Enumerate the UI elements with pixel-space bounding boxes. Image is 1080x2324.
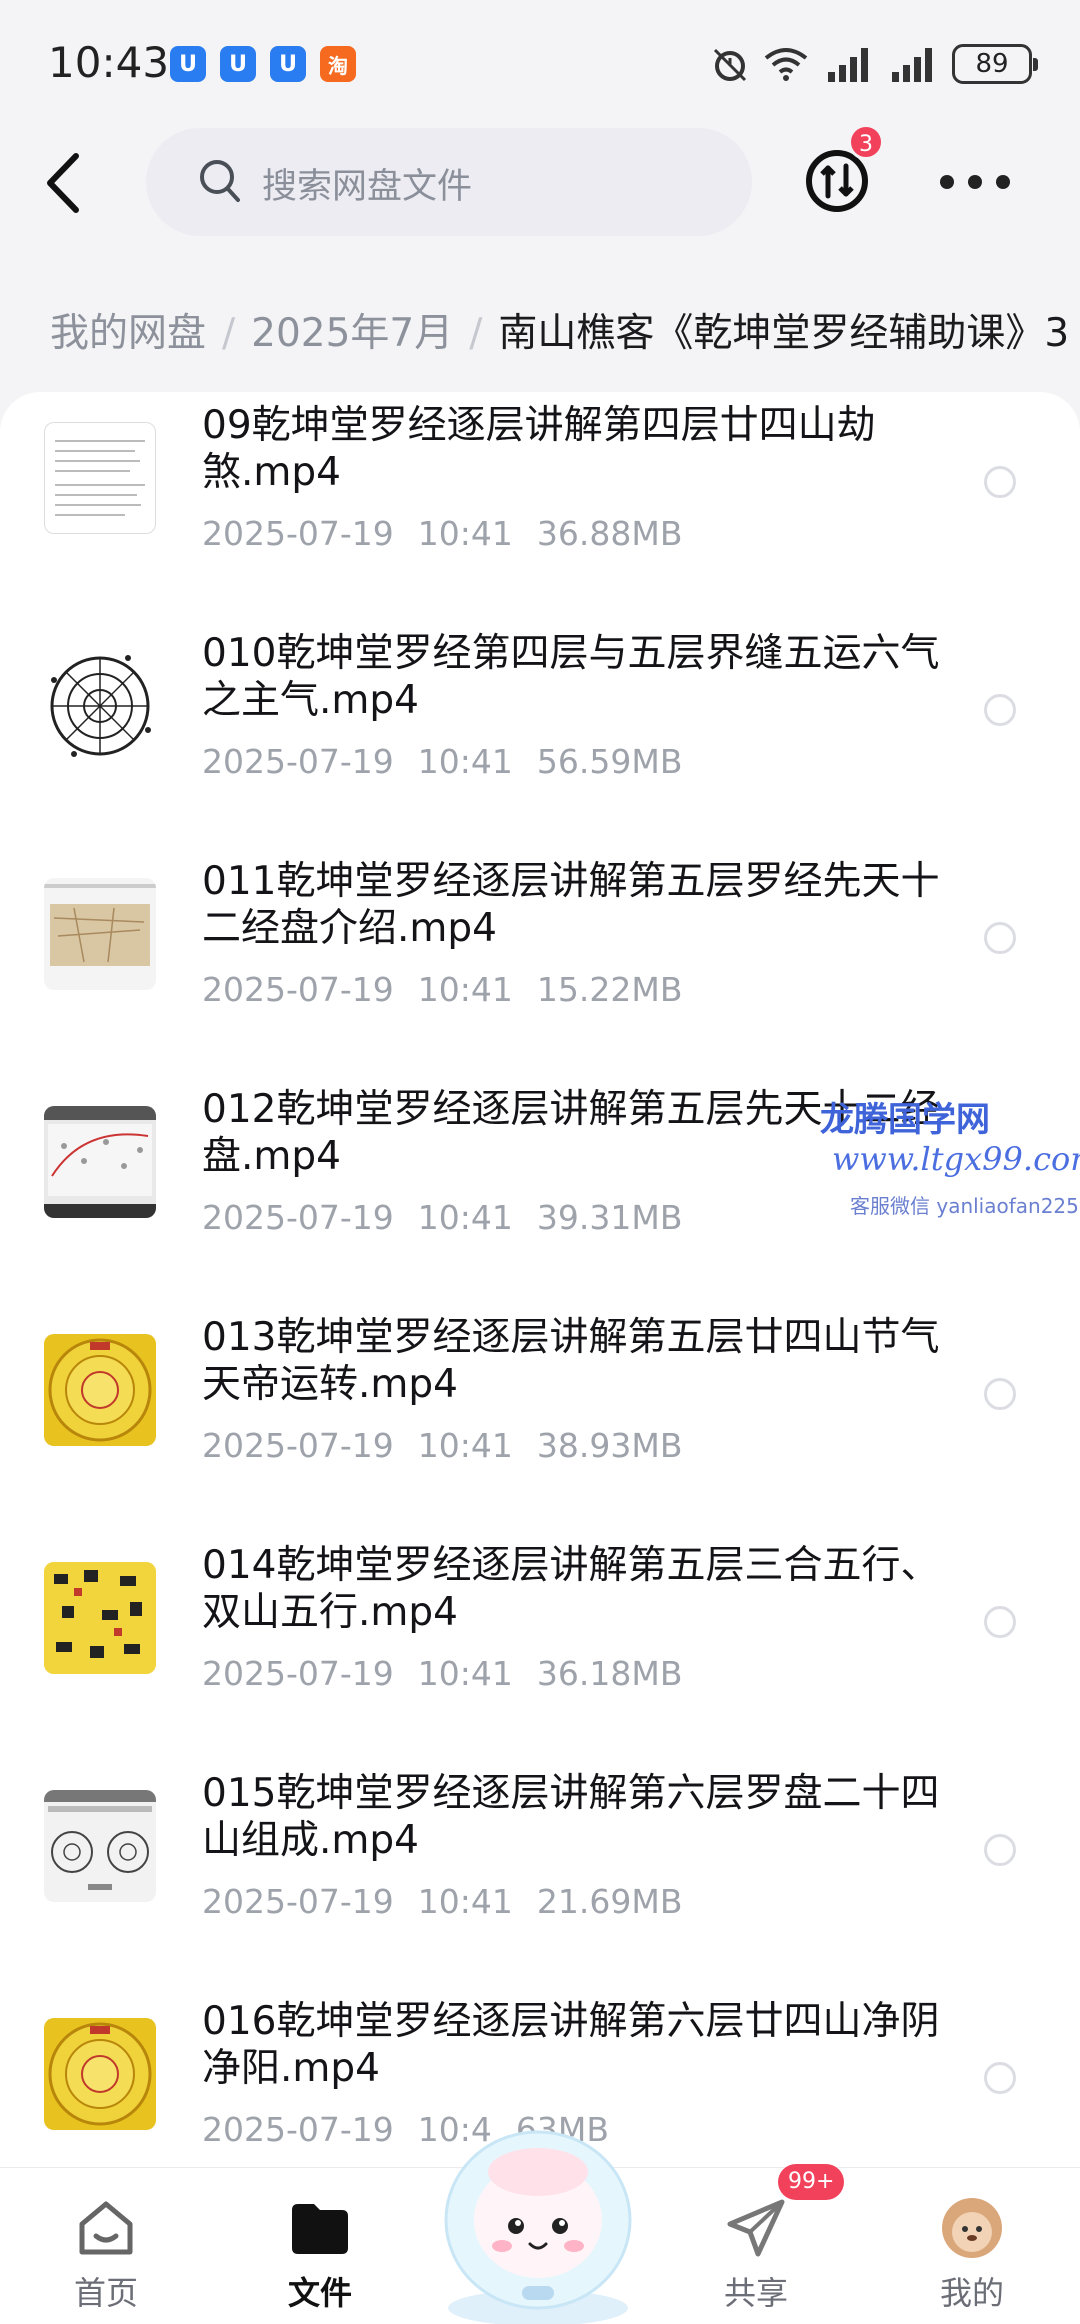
more-options-icon[interactable] <box>940 164 1010 200</box>
battery-indicator: 89 <box>952 44 1038 84</box>
file-name: 013乾坤堂罗经逐层讲解第五层廿四山节气天帝运转.mp4 <box>202 1315 940 1407</box>
video-thumbnail <box>44 650 156 762</box>
nav-share-label: 共享 <box>723 2274 788 2312</box>
blue-app-icon: U <box>220 46 256 82</box>
file-browser-screen: 10:43 U U U 淘 89 搜索网盘文件 3 我的网盘 / 2025年7月… <box>0 0 1080 2324</box>
breadcrumb-separator: / <box>222 311 236 356</box>
file-name: 09乾坤堂罗经逐层讲解第四层廿四山劫煞.mp4 <box>202 403 876 495</box>
blue-app-icon: U <box>270 46 306 82</box>
file-meta: 2025-07-19 10:41 21.69MB <box>202 1882 682 1921</box>
file-row[interactable]: 011乾坤堂罗经逐层讲解第五层罗经先天十二经盘介绍.mp4 2025-07-19… <box>0 848 1080 1076</box>
folder-icon <box>292 2204 348 2254</box>
avatar-icon <box>942 2198 1002 2258</box>
file-date: 2025-07-19 <box>202 742 394 781</box>
select-radio[interactable] <box>984 1378 1016 1410</box>
file-meta: 2025-07-19 10:41 39.31MB <box>202 1198 682 1237</box>
nav-home-label: 首页 <box>73 2274 138 2312</box>
file-size: 36.88MB <box>536 514 683 553</box>
file-size: 36.18MB <box>536 1654 683 1693</box>
file-date: 2025-07-19 <box>202 514 394 553</box>
select-radio[interactable] <box>984 1606 1016 1638</box>
nav-home[interactable]: 首页 <box>36 2168 176 2324</box>
file-date: 2025-07-19 <box>202 2110 394 2149</box>
file-meta: 2025-07-19 10:41 15.22MB <box>202 970 682 1009</box>
back-arrow-icon[interactable] <box>40 150 86 216</box>
file-name: 015乾坤堂罗经逐层讲解第六层罗盘二十四山组成.mp4 <box>202 1771 940 1863</box>
breadcrumb-month[interactable]: 2025年7月 <box>251 311 453 356</box>
search-placeholder: 搜索网盘文件 <box>262 167 473 207</box>
select-radio[interactable] <box>984 466 1016 498</box>
file-date: 2025-07-19 <box>202 1198 394 1237</box>
watermark-title: 龙腾国学网 <box>820 1100 990 1140</box>
file-date: 2025-07-19 <box>202 1654 394 1693</box>
alarm-icon <box>713 48 747 82</box>
nav-profile-label: 我的 <box>939 2274 1004 2312</box>
video-thumbnail <box>44 1790 156 1902</box>
file-time: 10:41 <box>417 742 513 781</box>
breadcrumb-current: 南山樵客《乾坤堂罗经辅助课》3 <box>498 311 1070 356</box>
file-time: 10:41 <box>417 970 513 1009</box>
file-name: 014乾坤堂罗经逐层讲解第五层三合五行、双山五行.mp4 <box>202 1543 940 1635</box>
file-list: 09乾坤堂罗经逐层讲解第四层廿四山劫煞.mp4 2025-07-19 10:41 3… <box>0 392 1080 2167</box>
file-size: 39.31MB <box>536 1198 683 1237</box>
breadcrumb-root[interactable]: 我的网盘 <box>50 311 206 356</box>
video-thumbnail <box>44 2018 156 2130</box>
video-thumbnail <box>44 878 156 990</box>
file-date: 2025-07-19 <box>202 1426 394 1465</box>
video-thumbnail <box>44 422 156 534</box>
file-time: 10:41 <box>417 1882 513 1921</box>
home-icon <box>79 2201 133 2255</box>
file-name: 010乾坤堂罗经第四层与五层界缝五运六气之主气.mp4 <box>202 631 940 723</box>
video-thumbnail <box>44 1334 156 1446</box>
watermark-contact: 客服微信 yanliaofan225 <box>850 1194 1079 1218</box>
select-radio[interactable] <box>984 1834 1016 1866</box>
file-time: 10:41 <box>417 1654 513 1693</box>
nav-files[interactable]: 文件 <box>250 2168 390 2324</box>
breadcrumb-separator: / <box>469 311 483 356</box>
file-meta: 2025-07-19 10:41 36.18MB <box>202 1654 682 1693</box>
signal-icon <box>828 48 868 82</box>
select-radio[interactable] <box>984 694 1016 726</box>
file-row[interactable]: 013乾坤堂罗经逐层讲解第五层廿四山节气天帝运转.mp4 2025-07-19 1… <box>0 1304 1080 1532</box>
search-icon <box>200 160 240 202</box>
share-plane-icon <box>727 2199 785 2257</box>
file-row[interactable]: 09乾坤堂罗经逐层讲解第四层廿四山劫煞.mp4 2025-07-19 10:41 3… <box>0 392 1080 620</box>
file-time: 10:41 <box>417 1198 513 1237</box>
watermark-url: www.ltgx99.com <box>832 1140 1080 1178</box>
file-date: 2025-07-19 <box>202 970 394 1009</box>
wifi-icon <box>764 48 808 81</box>
signal-icon <box>892 48 932 82</box>
mascot-assistant-icon[interactable] <box>432 2108 644 2324</box>
file-size: 38.93MB <box>536 1426 683 1465</box>
share-badge: 99+ <box>778 2164 845 2200</box>
breadcrumb: 我的网盘 / 2025年7月 / 南山樵客《乾坤堂罗经辅助课》3 <box>50 302 1069 358</box>
file-name: 016乾坤堂罗经逐层讲解第六层廿四山净阴净阳.mp4 <box>202 1999 940 2091</box>
file-row[interactable]: 010乾坤堂罗经第四层与五层界缝五运六气之主气.mp4 2025-07-19 10… <box>0 620 1080 848</box>
select-radio[interactable] <box>984 2062 1016 2094</box>
transfer-badge: 3 <box>848 124 884 160</box>
status-bar: 10:43 U U U 淘 89 <box>0 0 1080 120</box>
file-size: 15.22MB <box>536 970 683 1009</box>
file-time: 10:41 <box>417 1426 513 1465</box>
status-time: 10:43 <box>48 38 170 87</box>
file-row[interactable]: 014乾坤堂罗经逐层讲解第五层三合五行、双山五行.mp4 2025-07-19 1… <box>0 1532 1080 1760</box>
taobao-icon: 淘 <box>320 46 356 82</box>
file-row[interactable]: 015乾坤堂罗经逐层讲解第六层罗盘二十四山组成.mp4 2025-07-19 10… <box>0 1760 1080 1988</box>
file-time: 10:41 <box>417 514 513 553</box>
file-name: 011乾坤堂罗经逐层讲解第五层罗经先天十二经盘介绍.mp4 <box>202 859 940 951</box>
file-meta: 2025-07-19 10:41 38.93MB <box>202 1426 682 1465</box>
video-thumbnail <box>44 1106 156 1218</box>
nav-files-label: 文件 <box>287 2274 352 2312</box>
blue-app-icon: U <box>170 46 206 82</box>
file-size: 56.59MB <box>536 742 683 781</box>
file-date: 2025-07-19 <box>202 1882 394 1921</box>
file-meta: 2025-07-19 10:41 36.88MB <box>202 514 682 553</box>
video-thumbnail <box>44 1562 156 1674</box>
search-input[interactable]: 搜索网盘文件 <box>146 128 752 236</box>
file-meta: 2025-07-19 10:41 56.59MB <box>202 742 682 781</box>
nav-profile[interactable]: 我的 <box>902 2168 1042 2324</box>
file-size: 21.69MB <box>536 1882 683 1921</box>
select-radio[interactable] <box>984 922 1016 954</box>
